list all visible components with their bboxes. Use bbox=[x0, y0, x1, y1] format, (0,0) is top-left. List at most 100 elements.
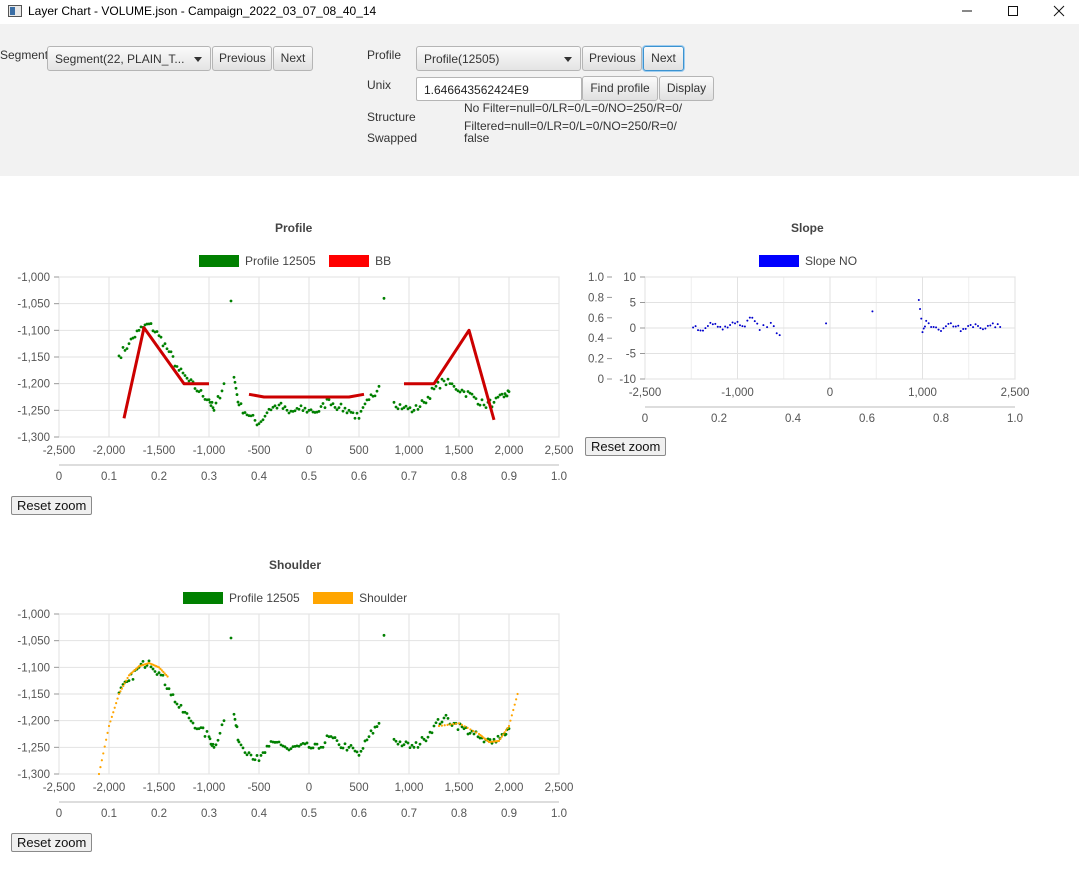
shoulder-point bbox=[446, 723, 449, 726]
structure-filtered-text: Filtered=null=0/LR=0/L=0/NO=250/R=0/ bbox=[464, 119, 677, 133]
data-point bbox=[321, 402, 325, 405]
shoulder-point bbox=[513, 703, 516, 706]
y-tick-label: -1,150 bbox=[17, 352, 50, 364]
data-point bbox=[335, 408, 339, 412]
data-point bbox=[434, 721, 438, 725]
data-point bbox=[424, 739, 428, 743]
slope-reset-zoom-button[interactable]: Reset zoom bbox=[585, 437, 667, 456]
profile-previous-button[interactable]: Previous bbox=[582, 46, 642, 71]
data-point bbox=[151, 667, 155, 671]
shoulder-chart[interactable]: -2,500 -2,000 -1,500 -1,000 -500 0 500 1,000 1,5… bbox=[0, 605, 580, 830]
profile-next-button[interactable]: Next bbox=[643, 46, 684, 71]
data-point bbox=[167, 687, 171, 691]
x-tick-label: 2,000 bbox=[495, 445, 524, 457]
data-point bbox=[133, 335, 137, 339]
data-point bbox=[233, 380, 237, 384]
x2-tick-label: 0.4 bbox=[785, 413, 802, 425]
data-point bbox=[235, 725, 239, 729]
segment-combo[interactable]: Segment(22, PLAIN_T... bbox=[47, 46, 211, 71]
data-point bbox=[293, 409, 297, 413]
data-point bbox=[303, 406, 307, 410]
display-button[interactable]: Display bbox=[659, 76, 714, 101]
x2-tick-label: 0.6 bbox=[859, 413, 875, 425]
data-point bbox=[375, 389, 379, 393]
data-point bbox=[402, 743, 406, 747]
shoulder-reset-zoom-button[interactable]: Reset zoom bbox=[11, 833, 93, 852]
data-point bbox=[709, 321, 712, 324]
data-point bbox=[137, 328, 141, 332]
legend-swatch bbox=[329, 255, 370, 267]
swapped-value: false bbox=[464, 131, 490, 145]
find-profile-button[interactable]: Find profile bbox=[582, 76, 658, 101]
window-title: Layer Chart - VOLUME.json - Campaign_202… bbox=[28, 4, 377, 18]
data-point bbox=[333, 736, 337, 739]
unix-input[interactable]: 1.646643562424E9 bbox=[416, 77, 582, 101]
shoulder-chart-legend: Profile 12505 Shoulder bbox=[183, 591, 417, 605]
shoulder-point bbox=[105, 738, 108, 741]
data-point bbox=[239, 402, 243, 406]
data-point bbox=[220, 723, 224, 727]
maximize-button[interactable] bbox=[990, 0, 1036, 24]
data-point bbox=[962, 328, 965, 331]
segment-previous-button[interactable]: Previous bbox=[212, 46, 272, 71]
data-point bbox=[357, 416, 361, 420]
data-point bbox=[179, 703, 183, 707]
data-point bbox=[211, 406, 215, 410]
data-point bbox=[923, 325, 926, 328]
y-tick-label: -1,300 bbox=[17, 769, 50, 781]
data-point bbox=[442, 716, 446, 720]
data-point bbox=[161, 673, 165, 677]
data-point bbox=[321, 745, 325, 749]
data-point bbox=[141, 659, 145, 663]
shoulder-point bbox=[99, 766, 102, 769]
data-point bbox=[967, 325, 970, 328]
x-tick-label: 1,500 bbox=[445, 782, 474, 794]
slope-chart[interactable]: -2,500 -1,000 0 1,000 2,500 10 5 0 -5 -10 1.0 0.8 0.… bbox=[580, 268, 1050, 438]
x2-tick-label: 0.1 bbox=[101, 471, 117, 483]
x-tick-label: 500 bbox=[349, 782, 368, 794]
data-point bbox=[183, 374, 187, 377]
data-point bbox=[232, 712, 236, 716]
data-point bbox=[189, 378, 193, 382]
data-point bbox=[500, 392, 504, 396]
data-point bbox=[871, 310, 874, 313]
profile-reset-zoom-button[interactable]: Reset zoom bbox=[11, 496, 93, 515]
data-point bbox=[724, 325, 727, 328]
data-point bbox=[470, 392, 474, 396]
data-point bbox=[492, 737, 496, 741]
data-point bbox=[408, 406, 412, 410]
data-point bbox=[253, 418, 257, 422]
data-point bbox=[456, 728, 460, 731]
profile-chart-legend: Profile 12505 BB bbox=[199, 254, 401, 268]
x-tick-label: 1,000 bbox=[395, 782, 424, 794]
data-point bbox=[952, 325, 955, 328]
y-tick-label: 5 bbox=[630, 298, 636, 310]
data-point bbox=[954, 325, 957, 328]
y-tick-label: -1,200 bbox=[17, 716, 50, 728]
data-point bbox=[436, 718, 440, 721]
minimize-button[interactable] bbox=[944, 0, 990, 24]
data-point bbox=[462, 390, 466, 394]
data-point bbox=[382, 296, 386, 300]
data-point bbox=[377, 721, 381, 725]
profile-combo[interactable]: Profile(12505) bbox=[416, 46, 581, 71]
close-button[interactable] bbox=[1036, 0, 1079, 24]
legend-swatch bbox=[759, 255, 799, 267]
x2-tick-label: 0.8 bbox=[451, 471, 467, 483]
shoulder-point bbox=[122, 684, 125, 688]
data-point bbox=[127, 679, 131, 683]
data-point bbox=[343, 406, 347, 410]
x-tick-label: -1,500 bbox=[143, 782, 176, 794]
shoulder-point bbox=[505, 729, 508, 732]
x-tick-label: 1,000 bbox=[395, 445, 424, 457]
data-point bbox=[753, 320, 756, 323]
data-point bbox=[991, 322, 994, 325]
structure-nofilter-text: No Filter=null=0/LR=0/L=0/NO=250/R=0/ bbox=[464, 101, 683, 115]
data-point bbox=[408, 746, 412, 750]
data-point bbox=[969, 323, 972, 326]
profile-chart[interactable]: -2,500 -2,000 -1,500 -1,000 -500 0 500 1,000 1,5… bbox=[0, 268, 580, 493]
segment-next-button[interactable]: Next bbox=[273, 46, 313, 71]
data-point bbox=[317, 410, 321, 413]
close-icon bbox=[1053, 5, 1065, 17]
data-point bbox=[341, 409, 345, 413]
